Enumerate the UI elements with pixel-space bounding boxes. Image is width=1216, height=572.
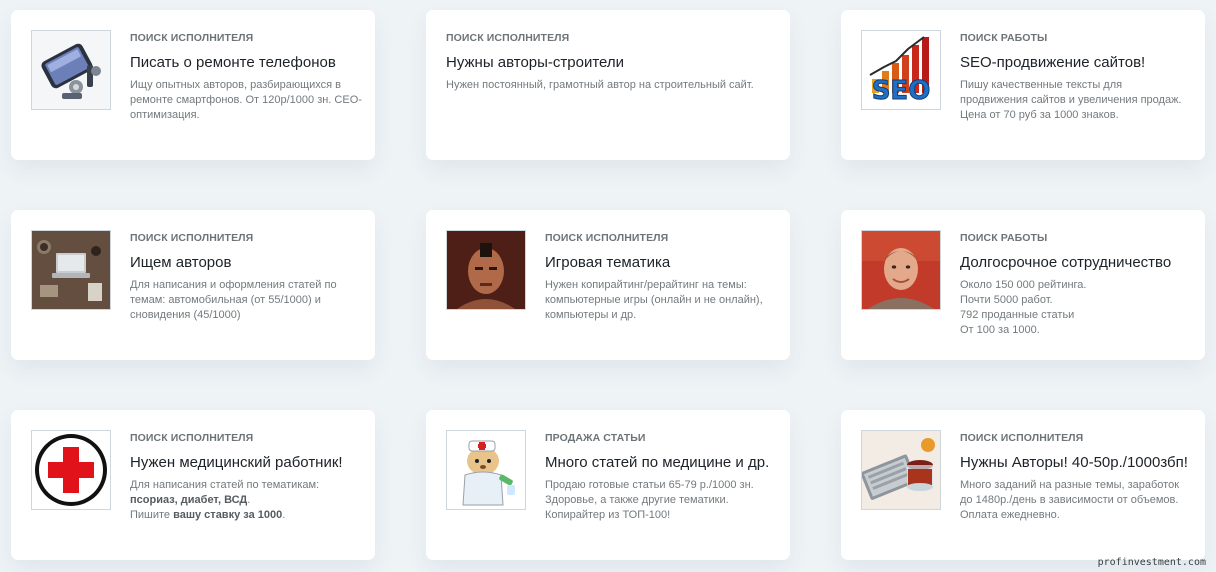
card-title[interactable]: SEO-продвижение сайтов! bbox=[960, 54, 1193, 72]
description-ask: Пишите bbox=[130, 509, 174, 521]
description-topics-line: псориаз, диабет, ВСД. bbox=[130, 493, 363, 508]
card-title[interactable]: Нужны авторы-строители bbox=[446, 54, 778, 72]
description-line: Почти 5000 работ. bbox=[960, 294, 1053, 306]
description-dot: . bbox=[247, 494, 251, 506]
card-description: Пишу качественные тексты для продвижения… bbox=[960, 79, 1182, 121]
card-title[interactable]: Писать о ремонте телефонов bbox=[130, 54, 363, 72]
description-rate-line: Пишите вашу ставку за 1000. bbox=[130, 508, 363, 523]
card-description: Около 150 000 рейтинга. Почти 5000 работ… bbox=[960, 278, 1193, 338]
description-intro: Для написания статей по тематикам: bbox=[130, 479, 320, 491]
card-title[interactable]: Нужен медицинский работник! bbox=[130, 454, 363, 472]
description-line: Около 150 000 рейтинга. bbox=[960, 279, 1087, 291]
card-description: Продаю готовые статьи 65-79 р./1000 зн. … bbox=[545, 479, 754, 521]
card-title[interactable]: Ищем авторов bbox=[130, 254, 363, 272]
doctor-bear-image[interactable] bbox=[446, 430, 526, 510]
listing-card[interactable]: ПОИСК ИСПОЛНИТЕЛЯ Нужен медицинский рабо… bbox=[11, 410, 375, 560]
card-category: ПОИСК ИСПОЛНИТЕЛЯ bbox=[545, 232, 669, 244]
card-category: ПОИСК РАБОТЫ bbox=[960, 32, 1048, 44]
card-description: Нужен копирайтинг/рерайтинг на темы: ком… bbox=[545, 279, 763, 321]
card-category: ПОИСК ИСПОЛНИТЕЛЯ bbox=[130, 432, 254, 444]
listing-card[interactable]: ПОИСК ИСПОЛНИТЕЛЯ Ищем авторов Для напис… bbox=[11, 210, 375, 360]
listing-card[interactable]: ПРОДАЖА СТАТЬИ Много статей по медицине … bbox=[426, 410, 790, 560]
description-topics: псориаз, диабет, ВСД bbox=[130, 494, 248, 506]
card-category: ПОИСК ИСПОЛНИТЕЛЯ bbox=[446, 32, 570, 44]
card-description: Много заданий на разные темы, заработок … bbox=[960, 479, 1180, 521]
listing-card[interactable]: ПОИСК ИСПОЛНИТЕЛЯ Писать о ремонте телеф… bbox=[11, 10, 375, 160]
card-category: ПОИСК РАБОТЫ bbox=[960, 232, 1048, 244]
svg-text:SEO: SEO bbox=[872, 76, 931, 106]
card-title[interactable]: Долгосрочное сотрудничество bbox=[960, 254, 1193, 272]
card-description: Для написания и оформления статей по тем… bbox=[130, 279, 337, 321]
listing-card[interactable]: SEO ПОИСК РАБОТЫ SEO-продвижение сайтов!… bbox=[841, 10, 1205, 160]
description-end: . bbox=[282, 509, 286, 521]
phone-repair-image[interactable] bbox=[31, 30, 111, 110]
card-category: ПОИСК ИСПОЛНИТЕЛЯ bbox=[130, 232, 254, 244]
laptop-desk-image[interactable] bbox=[31, 230, 111, 310]
laptop-tea-image[interactable] bbox=[861, 430, 941, 510]
card-title[interactable]: Нужны Авторы! 40-50р./1000збп! bbox=[960, 454, 1193, 472]
card-title[interactable]: Много статей по медицине и др. bbox=[545, 454, 778, 472]
red-cross-image[interactable] bbox=[31, 430, 111, 510]
listing-card[interactable]: ПОИСК ИСПОЛНИТЕЛЯ Нужны Авторы! 40-50р./… bbox=[841, 410, 1205, 560]
card-description: Ищу опытных авторов, разбирающихся в рем… bbox=[130, 79, 362, 121]
card-category: ПРОДАЖА СТАТЬИ bbox=[545, 432, 646, 444]
description-line: 792 проданные статьи bbox=[960, 309, 1075, 321]
description-line: От 100 за 1000. bbox=[960, 324, 1040, 336]
man-portrait-image[interactable] bbox=[861, 230, 941, 310]
description-rate: вашу ставку за 1000 bbox=[173, 509, 283, 521]
seo-image[interactable]: SEO bbox=[861, 30, 941, 110]
listing-card[interactable]: ПОИСК ИСПОЛНИТЕЛЯ Нужны авторы-строители… bbox=[426, 10, 790, 160]
card-description: Нужен постоянный, грамотный автор на стр… bbox=[446, 79, 754, 91]
card-description: Для написания статей по тематикам: псори… bbox=[130, 478, 363, 523]
listing-card[interactable]: ПОИСК ИСПОЛНИТЕЛЯ Игровая тематика Нужен… bbox=[426, 210, 790, 360]
game-character-image[interactable] bbox=[446, 230, 526, 310]
listing-card[interactable]: ПОИСК РАБОТЫ Долгосрочное сотрудничество… bbox=[841, 210, 1205, 360]
card-category: ПОИСК ИСПОЛНИТЕЛЯ bbox=[130, 32, 254, 44]
watermark: profinvestment.com bbox=[1097, 557, 1206, 568]
card-title[interactable]: Игровая тематика bbox=[545, 254, 778, 272]
card-category: ПОИСК ИСПОЛНИТЕЛЯ bbox=[960, 432, 1084, 444]
